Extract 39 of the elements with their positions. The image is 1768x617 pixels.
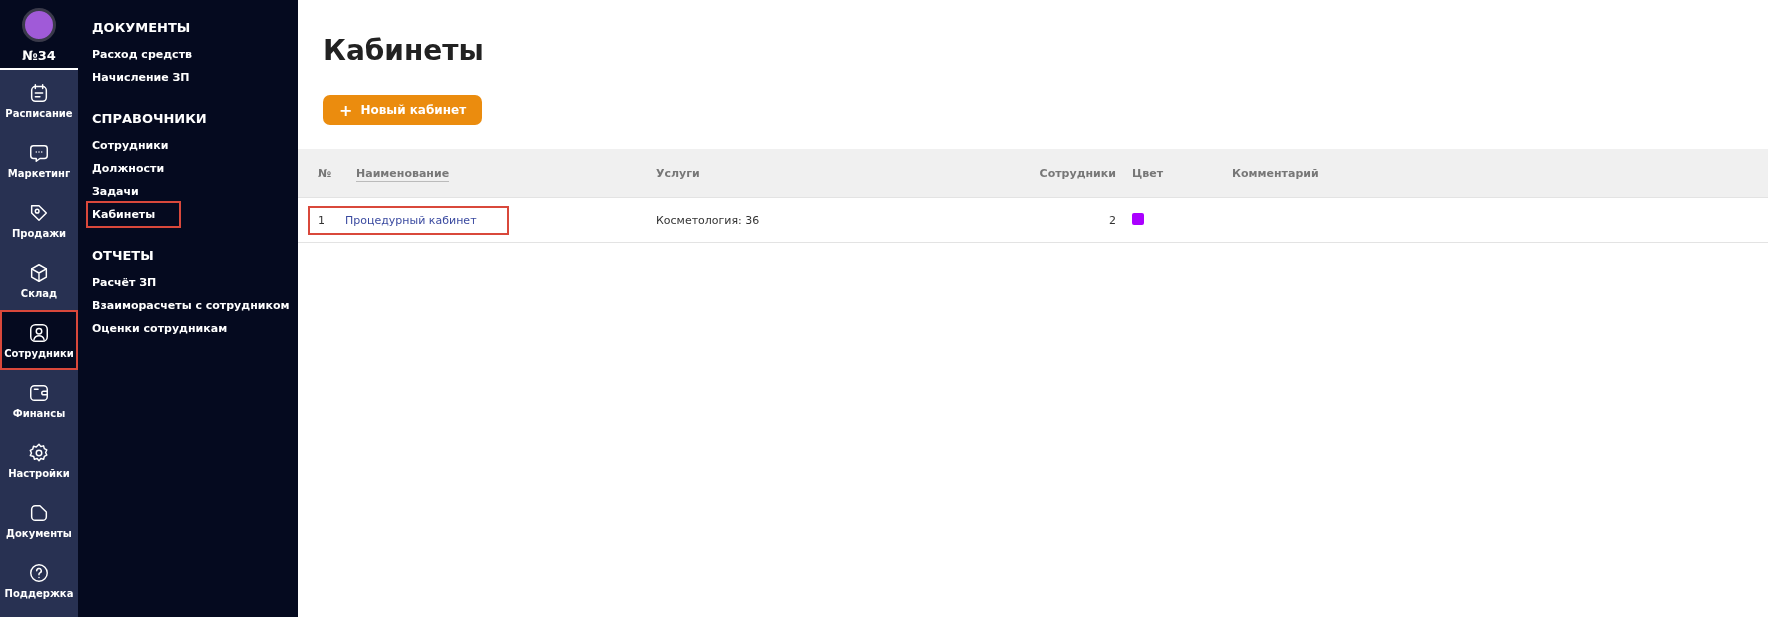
submenu-item[interactable]: Начисление ЗП [88, 66, 194, 89]
nav-item[interactable]: Документы [0, 490, 78, 550]
box-icon [28, 261, 50, 284]
submenu-item[interactable]: Должности [88, 157, 169, 180]
submenu-item[interactable]: Задачи [88, 180, 143, 203]
column-header: Сотрудники [1039, 166, 1116, 180]
submenu-item[interactable]: Расход средств [88, 43, 196, 66]
section-heading: ДОКУМЕНТЫ [92, 20, 192, 35]
submenu-item[interactable]: Расчёт ЗП [88, 271, 161, 294]
nav-item[interactable]: Настройки [0, 430, 78, 490]
avatar[interactable] [22, 8, 56, 42]
nav-item[interactable]: Продажи [0, 190, 78, 250]
gear-icon [28, 441, 50, 464]
submenu-item[interactable]: Кабинеты [88, 203, 180, 226]
nav-item[interactable]: Склад [0, 250, 78, 310]
calendar-icon [28, 81, 50, 104]
account-number: №34 [22, 48, 56, 63]
nav-item[interactable]: Сотрудники [0, 310, 78, 370]
help-icon [28, 561, 50, 584]
column-header: Комментарий [1232, 166, 1319, 180]
staff-count: 2 [1109, 213, 1116, 227]
column-header[interactable]: Наименование [356, 166, 450, 182]
submenu-item[interactable]: Оценки сотрудникам [88, 317, 232, 340]
cabinet-link[interactable]: Процедурный кабинет [325, 213, 477, 227]
nav-item[interactable]: Маркетинг [0, 130, 78, 190]
submenu-item[interactable]: Сотрудники [88, 134, 173, 157]
column-header: Услуги [656, 166, 700, 180]
user-icon [28, 321, 50, 344]
section-heading: СПРАВОЧНИКИ [92, 111, 208, 126]
nav-item[interactable]: Финансы [0, 370, 78, 430]
services-cell: Косметология: 36 [656, 213, 760, 227]
nav-item[interactable]: Поддержка [0, 550, 78, 610]
row-number: 1 [318, 213, 325, 227]
page-title: Кабинеты [323, 34, 485, 67]
nav-item[interactable]: Расписание [0, 70, 78, 130]
section-heading: ОТЧЕТЫ [92, 248, 155, 263]
column-header: Цвет [1132, 166, 1163, 180]
submenu-item[interactable]: Взаиморасчеты с сотрудником [88, 294, 294, 317]
column-header: № [318, 166, 332, 180]
